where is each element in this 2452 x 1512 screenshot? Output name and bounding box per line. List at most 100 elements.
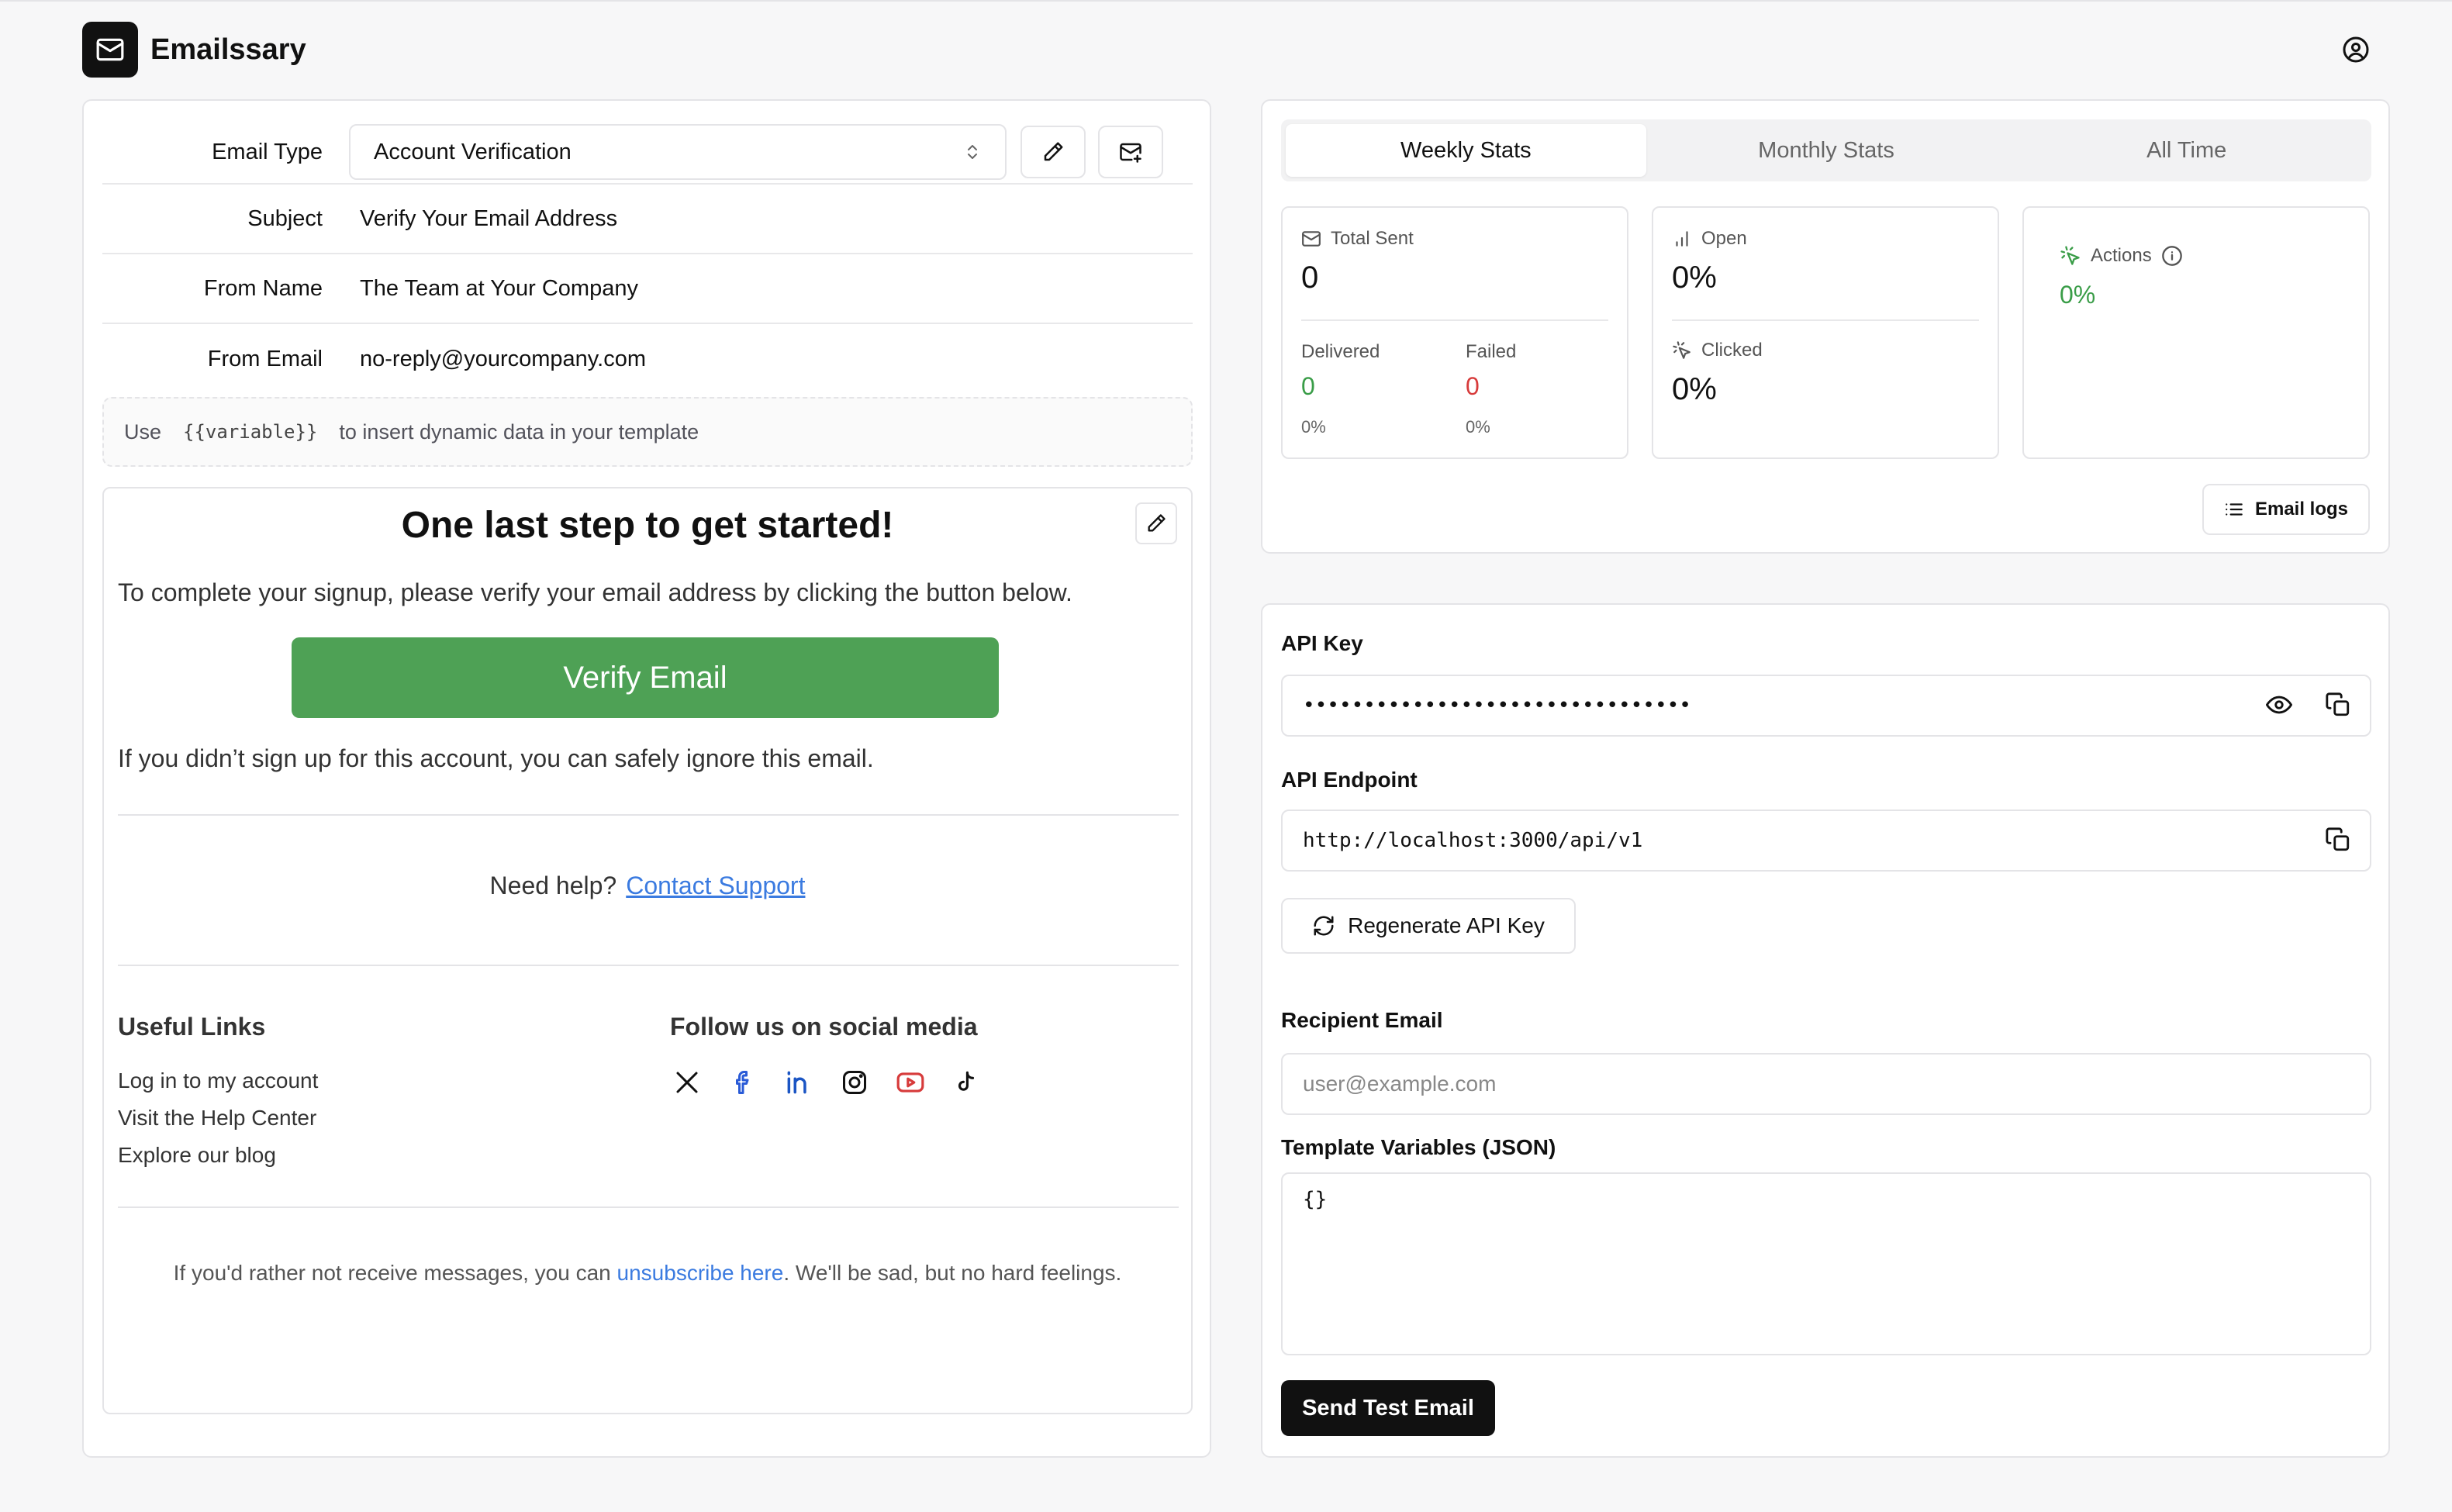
subject-row: Subject Verify Your Email Address bbox=[102, 185, 1193, 254]
send-test-email-button[interactable]: Send Test Email bbox=[1281, 1380, 1495, 1436]
info-icon[interactable] bbox=[2161, 245, 2183, 267]
api-endpoint-actions bbox=[2325, 827, 2351, 858]
contact-support-link[interactable]: Contact Support bbox=[626, 872, 805, 899]
email-logs-label: Email logs bbox=[2254, 499, 2349, 520]
from-email-row: From Email no-reply@yourcompany.com bbox=[102, 324, 1193, 394]
api-panel: API Key ••••••••••••••••••••••••••••••••… bbox=[1261, 603, 2390, 1458]
unsubscribe-link[interactable]: unsubscribe here bbox=[617, 1261, 784, 1285]
divider bbox=[118, 965, 1179, 966]
preview-intro: To complete your signup, please verify y… bbox=[118, 578, 1072, 606]
from-name-value[interactable]: The Team at Your Company bbox=[349, 276, 638, 302]
api-key-value: •••••••••••••••••••••••••••••••• bbox=[1303, 694, 1691, 717]
email-type-label: Email Type bbox=[212, 139, 323, 164]
mail-plus-icon bbox=[1120, 143, 1141, 163]
tab-weekly-stats[interactable]: Weekly Stats bbox=[1286, 124, 1646, 177]
x-icon[interactable] bbox=[670, 1065, 704, 1099]
api-endpoint-field[interactable]: http://localhost:3000/api/v1 bbox=[1281, 810, 2371, 872]
open-header: Open bbox=[1672, 228, 1747, 250]
eye-icon[interactable] bbox=[2266, 692, 2292, 723]
failed-label: Failed bbox=[1466, 341, 1517, 362]
divider bbox=[1672, 319, 1979, 321]
email-preview: One last step to get started! To complet… bbox=[102, 487, 1193, 1414]
stats-tabs: Weekly Stats Monthly Stats All Time bbox=[1281, 119, 2371, 181]
blog-link[interactable]: Explore our blog bbox=[118, 1143, 276, 1168]
hint-code: {{variable}} bbox=[183, 421, 318, 443]
help-line: Need help? Contact Support bbox=[104, 872, 1191, 900]
delivered-value: 0 bbox=[1301, 372, 1315, 400]
actions-header: Actions bbox=[2060, 245, 2183, 267]
preview-title: One last step to get started! bbox=[401, 505, 894, 546]
template-variables-label: Template Variables (JSON) bbox=[1281, 1135, 1556, 1159]
help-center-link[interactable]: Visit the Help Center bbox=[118, 1106, 316, 1131]
email-type-value: Account Verification bbox=[374, 139, 572, 164]
facebook-icon[interactable] bbox=[726, 1065, 760, 1099]
top-border bbox=[0, 0, 2452, 2]
subject-value[interactable]: Verify Your Email Address bbox=[349, 206, 617, 232]
open-card: Open 0% Clicked 0% bbox=[1652, 206, 1999, 459]
tiktok-icon[interactable] bbox=[949, 1065, 983, 1099]
failed-value: 0 bbox=[1466, 372, 1480, 400]
email-template-panel: Email Type Account Verification Subject … bbox=[82, 99, 1211, 1458]
actions-label: Actions bbox=[2091, 245, 2152, 266]
divider bbox=[1301, 319, 1608, 321]
instagram-icon[interactable] bbox=[837, 1065, 872, 1099]
open-label: Open bbox=[1701, 228, 1747, 249]
clicked-value: 0% bbox=[1672, 372, 1717, 406]
unsubscribe-line: If you'd rather not receive messages, yo… bbox=[104, 1261, 1191, 1286]
email-type-select[interactable]: Account Verification bbox=[349, 124, 1007, 180]
clicked-label: Clicked bbox=[1701, 340, 1763, 361]
refresh-icon bbox=[1314, 916, 1334, 936]
total-sent-label: Total Sent bbox=[1331, 228, 1414, 249]
cursor-click-icon bbox=[1673, 341, 1690, 359]
from-email-label: From Email bbox=[207, 346, 323, 371]
preview-ignore-text: If you didn’t sign up for this account, … bbox=[118, 744, 874, 772]
total-sent-card: Total Sent 0 Delivered 0 0% Failed 0 0% bbox=[1281, 206, 1628, 459]
hint-prefix: Use bbox=[124, 419, 162, 444]
email-logs-button[interactable]: Email logs bbox=[2202, 484, 2370, 535]
pencil-icon bbox=[1044, 142, 1063, 161]
delivered-percent: 0% bbox=[1301, 417, 1326, 437]
subject-label: Subject bbox=[247, 205, 323, 231]
template-variables-textarea[interactable]: {} bbox=[1281, 1172, 2371, 1355]
api-key-actions bbox=[2266, 692, 2351, 723]
api-key-field[interactable]: •••••••••••••••••••••••••••••••• bbox=[1281, 675, 2371, 737]
recipient-email-label: Recipient Email bbox=[1281, 1008, 1443, 1032]
from-name-label: From Name bbox=[203, 275, 323, 301]
logo bbox=[82, 22, 138, 78]
api-endpoint-label: API Endpoint bbox=[1281, 768, 1418, 792]
total-sent-header: Total Sent bbox=[1301, 228, 1414, 250]
user-account-icon[interactable] bbox=[2342, 36, 2370, 64]
actions-card: Actions 0% bbox=[2022, 206, 2370, 459]
mail-icon bbox=[96, 38, 124, 61]
tab-all-time[interactable]: All Time bbox=[2006, 124, 2367, 177]
edit-template-button[interactable] bbox=[1021, 126, 1086, 178]
unsub-suffix: . We'll be sad, but no hard feelings. bbox=[783, 1261, 1122, 1285]
chevrons-up-down-icon bbox=[968, 145, 977, 159]
cursor-click-icon bbox=[2060, 246, 2080, 265]
useful-links-title: Useful Links bbox=[118, 1013, 266, 1041]
mail-icon bbox=[1302, 231, 1321, 247]
youtube-icon[interactable] bbox=[893, 1065, 927, 1099]
new-template-button[interactable] bbox=[1098, 126, 1163, 178]
regenerate-label: Regenerate API Key bbox=[1348, 913, 1545, 937]
linkedin-icon[interactable] bbox=[782, 1065, 816, 1099]
actions-value: 0% bbox=[2060, 281, 2096, 309]
from-name-row: From Name The Team at Your Company bbox=[102, 254, 1193, 324]
regenerate-api-key-button[interactable]: Regenerate API Key bbox=[1281, 898, 1576, 954]
from-email-value[interactable]: no-reply@yourcompany.com bbox=[349, 347, 646, 372]
email-type-row: Email Type Account Verification bbox=[102, 121, 1193, 185]
help-text: Need help? bbox=[489, 872, 617, 899]
open-value: 0% bbox=[1672, 261, 1717, 295]
delivered-label: Delivered bbox=[1301, 341, 1380, 362]
hint-suffix: to insert dynamic data in your template bbox=[339, 419, 699, 444]
total-sent-value: 0 bbox=[1301, 261, 1319, 295]
tab-monthly-stats[interactable]: Monthly Stats bbox=[1646, 124, 2007, 177]
api-key-label: API Key bbox=[1281, 631, 1363, 655]
copy-icon[interactable] bbox=[2325, 692, 2351, 723]
recipient-email-input[interactable]: user@example.com bbox=[1281, 1053, 2371, 1115]
login-link[interactable]: Log in to my account bbox=[118, 1068, 318, 1093]
copy-icon[interactable] bbox=[2325, 827, 2351, 858]
list-icon bbox=[2226, 503, 2243, 516]
unsub-prefix: If you'd rather not receive messages, yo… bbox=[173, 1261, 611, 1285]
verify-email-button[interactable]: Verify Email bbox=[292, 637, 999, 718]
